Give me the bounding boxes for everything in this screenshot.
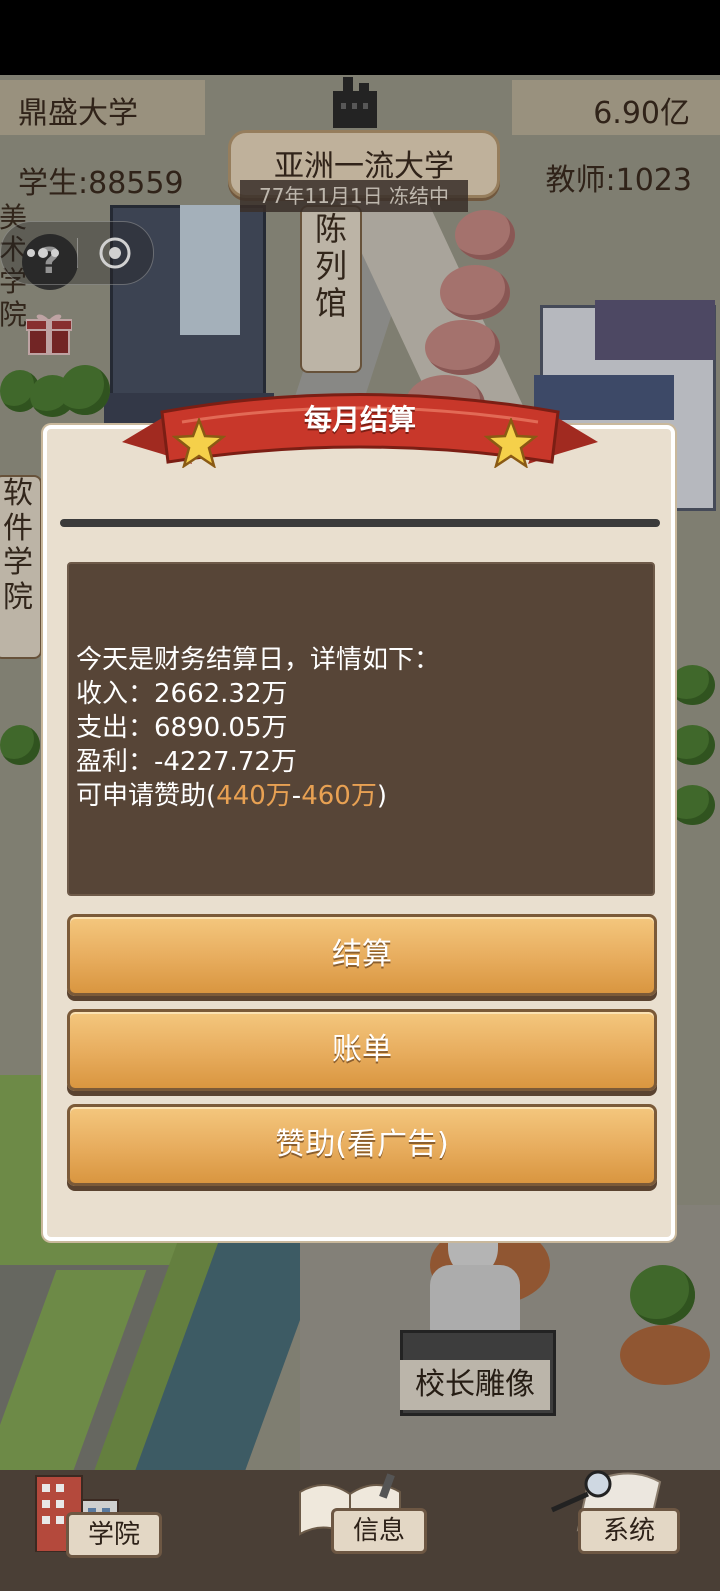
sponsor-ad-button[interactable]: 赞助(看广告) [67, 1104, 657, 1186]
sponsor-prefix: 可申请赞助( [76, 781, 217, 811]
report-intro: 今天是财务结算日，详情如下： [76, 645, 441, 675]
report-profit: 盈利：-4227.72万 [76, 747, 297, 777]
sponsor-dash: - [291, 781, 302, 811]
report-expense: 支出：6890.05万 [76, 713, 288, 743]
bills-button[interactable]: 账单 [67, 1009, 657, 1091]
settlement-report: 今天是财务结算日，详情如下： 收入：2662.32万 支出：6890.05万 盈… [76, 643, 440, 813]
sponsor-max: 460万 [301, 781, 377, 811]
tab-college-label: 学院 [66, 1512, 162, 1558]
report-sponsor: 可申请赞助(440万-460万) [76, 779, 440, 813]
tab-college[interactable]: 学院 [30, 1472, 162, 1582]
status-bar [0, 0, 720, 75]
dialog-title: 每月结算 [303, 403, 416, 436]
tab-system-label: 系统 [578, 1508, 680, 1554]
tab-info-label: 信息 [331, 1508, 427, 1554]
sponsor-suffix: ) [376, 781, 387, 811]
dialog-divider [60, 519, 660, 527]
settle-button[interactable]: 结算 [67, 914, 657, 996]
tab-system[interactable]: 系统 [548, 1464, 688, 1580]
sponsor-min: 440万 [216, 781, 292, 811]
tab-info[interactable]: 信息 [295, 1472, 435, 1582]
report-income: 收入：2662.32万 [76, 679, 288, 709]
